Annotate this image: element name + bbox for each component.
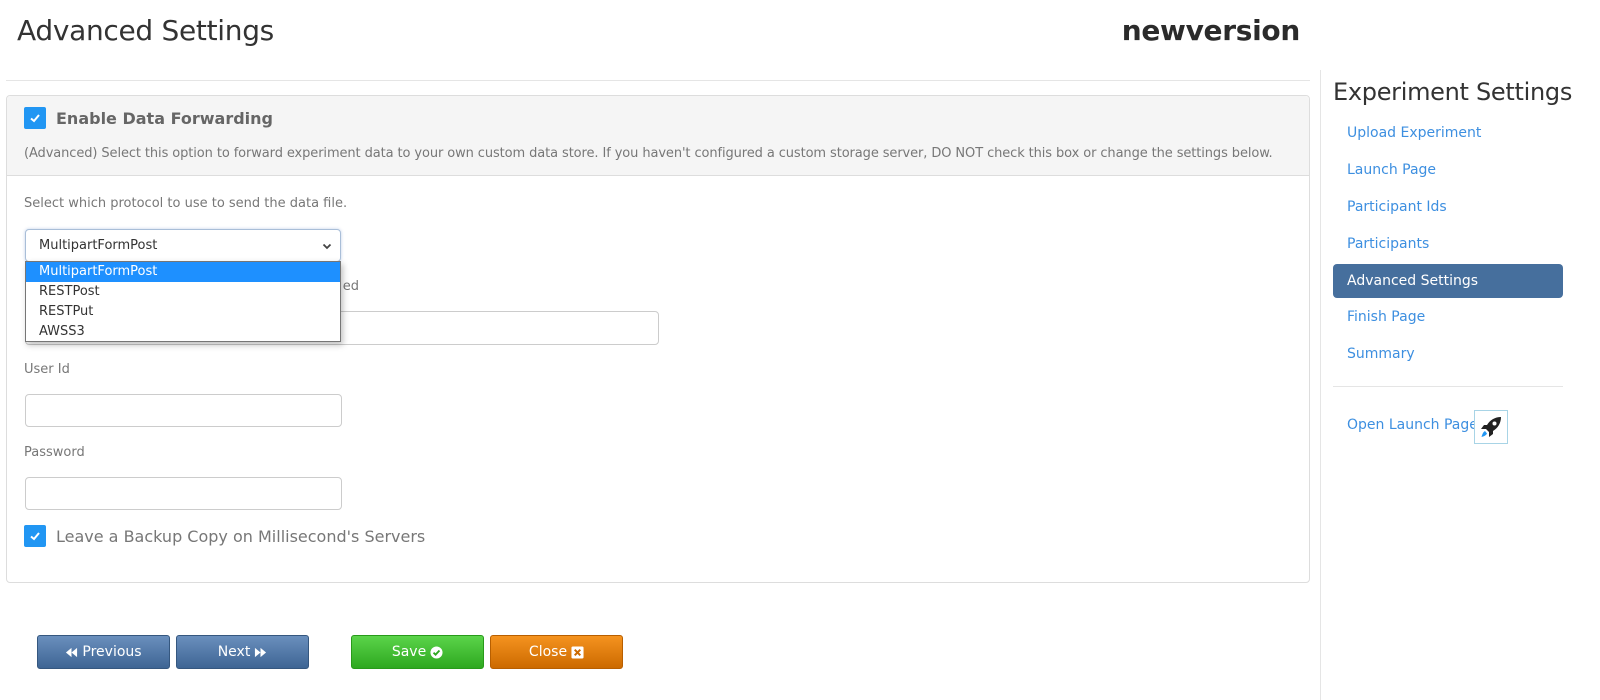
backward-icon — [66, 647, 78, 657]
rocket-icon — [1481, 417, 1501, 437]
enable-forwarding-description: (Advanced) Select this option to forward… — [24, 146, 1273, 161]
protocol-dropdown-list: MultipartFormPost RESTPost RESTPut AWSS3 — [25, 261, 341, 342]
user-id-input[interactable] — [25, 394, 342, 427]
previous-button-label: Previous — [82, 644, 142, 660]
sidebar-item-summary[interactable]: Summary — [1333, 337, 1563, 371]
password-label: Password — [24, 445, 85, 460]
protocol-option[interactable]: RESTPut — [26, 302, 340, 322]
sidebar-item-finish-page[interactable]: Finish Page — [1333, 300, 1563, 334]
password-input[interactable] — [25, 477, 342, 510]
experiment-name: newversion — [1121, 14, 1301, 47]
chevron-down-icon — [322, 243, 332, 250]
enable-forwarding-label[interactable]: Enable Data Forwarding — [56, 109, 273, 128]
header-divider — [6, 80, 1310, 81]
check-icon — [30, 532, 40, 541]
backup-copy-checkbox[interactable] — [24, 525, 46, 547]
protocol-label: Select which protocol to use to send the… — [24, 196, 348, 211]
close-button-label: Close — [528, 644, 568, 660]
user-id-label: User Id — [24, 362, 70, 377]
sidebar-item-participants[interactable]: Participants — [1333, 227, 1563, 261]
enable-forwarding-checkbox[interactable] — [24, 107, 46, 129]
sidebar-item-launch-page[interactable]: Launch Page — [1333, 153, 1563, 187]
sidebar: Experiment Settings Upload Experiment La… — [1320, 70, 1600, 700]
sidebar-title: Experiment Settings — [1333, 78, 1573, 106]
close-button[interactable]: Close — [490, 635, 623, 669]
next-button[interactable]: Next — [176, 635, 309, 669]
protocol-select[interactable]: MultipartFormPost — [25, 229, 341, 262]
backup-copy-label[interactable]: Leave a Backup Copy on Millisecond's Ser… — [56, 527, 425, 546]
check-icon — [30, 114, 40, 123]
protocol-option[interactable]: AWSS3 — [26, 322, 340, 342]
sidebar-item-upload-experiment[interactable]: Upload Experiment — [1333, 116, 1563, 150]
sidebar-item-advanced-settings[interactable]: Advanced Settings — [1333, 264, 1563, 298]
protocol-option[interactable]: MultipartFormPost — [26, 262, 340, 282]
panel-heading: Enable Data Forwarding (Advanced) Select… — [7, 96, 1309, 176]
next-button-label: Next — [217, 644, 251, 660]
close-box-icon — [571, 645, 584, 659]
open-launch-page-button[interactable] — [1474, 410, 1508, 444]
save-button-label: Save — [391, 644, 427, 660]
protocol-option[interactable]: RESTPost — [26, 282, 340, 302]
open-launch-page-link[interactable]: Open Launch Page — [1347, 417, 1478, 433]
check-circle-icon — [430, 645, 443, 659]
forward-icon — [255, 647, 267, 657]
previous-button[interactable]: Previous — [37, 635, 170, 669]
page-title: Advanced Settings — [17, 14, 274, 47]
protocol-select-value: MultipartFormPost — [39, 238, 158, 253]
sidebar-item-participant-ids[interactable]: Participant Ids — [1333, 190, 1563, 224]
sidebar-divider — [1333, 386, 1563, 387]
save-button[interactable]: Save — [351, 635, 484, 669]
